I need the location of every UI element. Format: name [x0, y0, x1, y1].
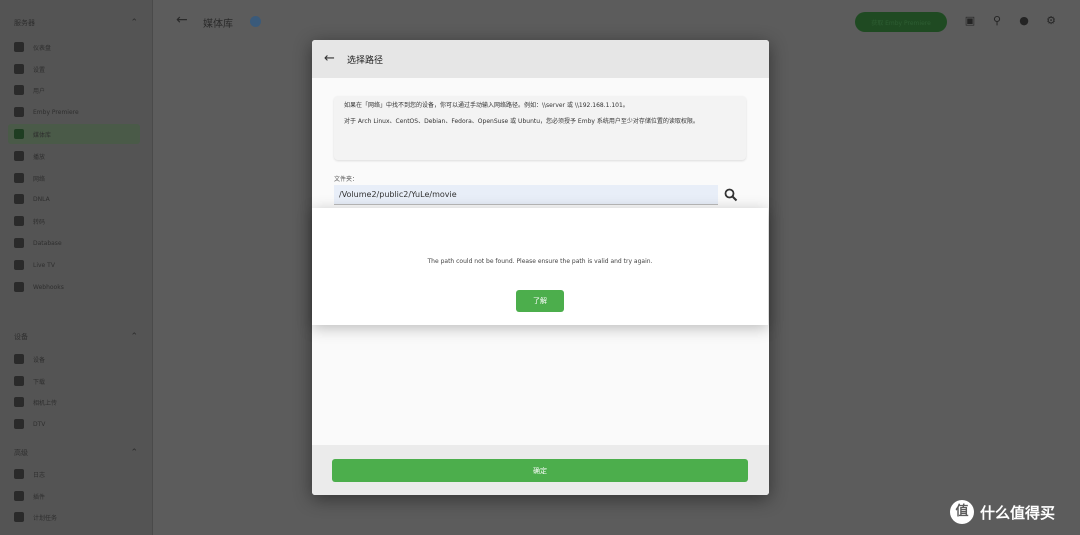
sidebar-item-label: 计划任务 [33, 514, 58, 522]
sidebar-item-label: 网络 [33, 175, 46, 183]
gear-icon [14, 64, 24, 74]
sidebar-item-scheduled-tasks[interactable]: 计划任务 [14, 507, 138, 527]
sidebar-item-label: 仪表盘 [33, 44, 52, 52]
sidebar-item-network[interactable]: 网络 [14, 168, 138, 188]
error-alert: The path could not be found. Please ensu… [312, 208, 768, 325]
library-icon [14, 129, 24, 139]
sidebar-section-label: 高级 [14, 449, 28, 457]
dialog-footer: 确定 [312, 445, 769, 495]
sidebar-section-label: 设备 [14, 333, 28, 341]
watermark-text: 什么值得买 [980, 503, 1056, 522]
sidebar-item-label: Database [33, 239, 62, 247]
sidebar-section-label: 服务器 [14, 19, 35, 27]
logs-icon [14, 469, 24, 479]
webhooks-icon [14, 282, 24, 292]
watermark-logo: 值 [950, 500, 974, 524]
folder-label: 文件夹： [334, 176, 359, 183]
sidebar-item-label: Live TV [33, 261, 55, 269]
cast-icon[interactable]: ▣ [964, 15, 976, 27]
sidebar-item-label: 日志 [33, 471, 46, 479]
sidebar-section-advanced[interactable]: 高级 ⌃ [14, 448, 138, 458]
notice-text: 对于 Arch Linux、CentOS、Debian、Fedora、OpenS… [344, 118, 699, 126]
sidebar-item-label: DNLA [33, 195, 50, 203]
database-icon [14, 238, 24, 248]
playback-icon [14, 151, 24, 161]
ok-button[interactable]: 确定 [332, 459, 748, 482]
sidebar-item-dtv[interactable]: DTV [14, 414, 138, 434]
network-path-notice: 如果在「网络」中找不到您的设备，你可以通过手动输入网络路径。例如：\\serve… [334, 96, 746, 160]
get-premiere-button[interactable]: 获取 Emby Premiere [855, 12, 947, 32]
sidebar-item-label: 播放 [33, 153, 46, 161]
wifi-icon [14, 173, 24, 183]
info-icon[interactable] [250, 16, 261, 27]
sidebar-item-label: 转码 [33, 218, 46, 226]
back-arrow-icon[interactable]: ← [176, 12, 188, 28]
sidebar-section-devices[interactable]: 设备 ⌃ [14, 332, 138, 342]
got-it-button[interactable]: 了解 [516, 290, 564, 312]
users-icon [14, 85, 24, 95]
sidebar: 服务器 ⌃ 仪表盘 设置 用户 Emby Premiere 媒体库 播放 网络 … [0, 0, 153, 535]
sidebar-item-transcode[interactable]: 转码 [14, 211, 138, 231]
alert-message: The path could not be found. Please ensu… [427, 258, 653, 265]
sidebar-item-label: 媒体库 [33, 131, 52, 139]
dialog-title: 选择路径 [347, 56, 384, 66]
search-icon[interactable] [723, 187, 739, 203]
camera-icon [14, 397, 24, 407]
user-icon[interactable]: ● [1018, 15, 1030, 27]
sidebar-item-devices[interactable]: 设备 [14, 349, 138, 369]
sidebar-item-label: 设备 [33, 356, 46, 364]
sidebar-item-label: 设置 [33, 66, 46, 74]
tv-icon [14, 260, 24, 270]
sidebar-item-users[interactable]: 用户 [14, 80, 138, 100]
sidebar-item-library[interactable]: 媒体库 [8, 124, 140, 144]
sidebar-item-livetv[interactable]: Live TV [14, 255, 138, 275]
back-arrow-icon[interactable]: ← [324, 51, 335, 66]
dtv-icon [14, 419, 24, 429]
sidebar-item-label: Webhooks [33, 283, 64, 291]
sidebar-item-playback[interactable]: 播放 [14, 146, 138, 166]
sidebar-item-logs[interactable]: 日志 [14, 464, 138, 484]
sidebar-item-settings[interactable]: 设置 [14, 59, 138, 79]
star-icon [14, 107, 24, 117]
sidebar-item-camera-upload[interactable]: 相机上传 [14, 392, 138, 412]
sidebar-item-label: DTV [33, 420, 46, 428]
page-title: 媒体库 [203, 19, 233, 30]
clock-icon [14, 512, 24, 522]
folder-path-input[interactable] [334, 185, 718, 205]
chevron-up-icon: ⌃ [130, 332, 138, 342]
download-icon [14, 376, 24, 386]
devices-icon [14, 354, 24, 364]
chevron-up-icon: ⌃ [130, 18, 138, 28]
sidebar-item-label: Emby Premiere [33, 108, 79, 116]
search-icon[interactable]: ⚲ [991, 15, 1003, 27]
sidebar-item-webhooks[interactable]: Webhooks [14, 277, 138, 297]
plugins-icon [14, 491, 24, 501]
dialog-header: ← 选择路径 [312, 40, 769, 78]
sidebar-item-dlna[interactable]: DNLA [14, 189, 138, 209]
dashboard-icon [14, 42, 24, 52]
sidebar-item-downloads[interactable]: 下载 [14, 371, 138, 391]
gear-icon[interactable]: ⚙ [1045, 15, 1057, 27]
sidebar-item-label: 用户 [33, 87, 46, 95]
sidebar-section-server[interactable]: 服务器 ⌃ [14, 18, 138, 28]
watermark: 值 什么值得买 [950, 500, 1055, 524]
sidebar-item-label: 相机上传 [33, 399, 58, 407]
sidebar-item-database[interactable]: Database [14, 233, 138, 253]
dlna-icon [14, 194, 24, 204]
notice-text: 如果在「网络」中找不到您的设备，你可以通过手动输入网络路径。例如：\\serve… [344, 102, 629, 109]
sidebar-item-dashboard[interactable]: 仪表盘 [14, 37, 138, 57]
transcode-icon [14, 216, 24, 226]
sidebar-item-label: 下载 [33, 378, 46, 386]
sidebar-item-plugins[interactable]: 插件 [14, 486, 138, 506]
sidebar-item-label: 插件 [33, 493, 46, 501]
sidebar-item-premiere[interactable]: Emby Premiere [14, 102, 138, 122]
chevron-up-icon: ⌃ [130, 448, 138, 458]
